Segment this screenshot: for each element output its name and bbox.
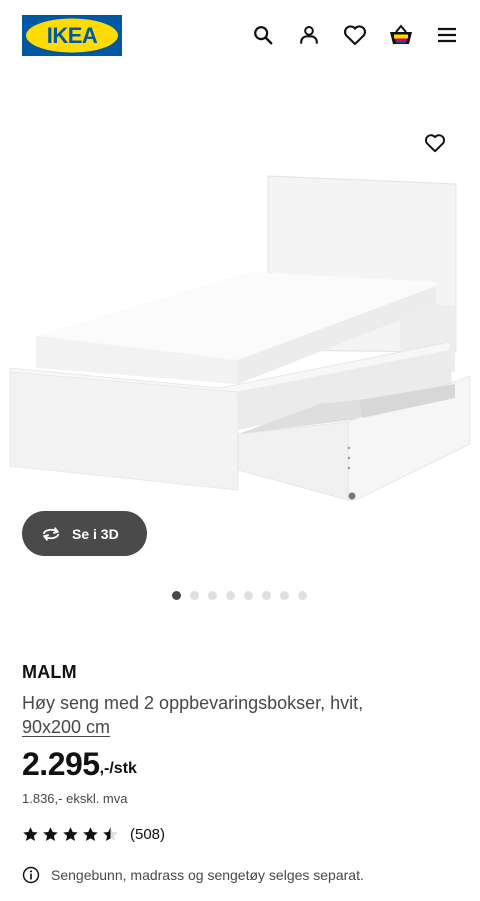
gallery-dot[interactable] xyxy=(226,591,235,600)
gallery-dot[interactable] xyxy=(280,591,289,600)
gallery-pagination xyxy=(172,591,307,600)
gallery-dot[interactable] xyxy=(244,591,253,600)
price-unit: ,-/stk xyxy=(99,760,137,777)
star-full-icon xyxy=(43,827,58,841)
star-half-icon xyxy=(103,827,118,841)
add-to-favourites-button[interactable] xyxy=(420,128,450,158)
product-notice: Sengebunn, madrass og sengetøy selges se… xyxy=(22,866,364,884)
product-image-bed xyxy=(9,175,471,501)
search-icon[interactable] xyxy=(248,20,278,50)
gallery-dot[interactable] xyxy=(208,591,217,600)
product-name: MALM xyxy=(22,662,77,682)
svg-text:IKEA: IKEA xyxy=(47,23,98,48)
product-rating[interactable]: (508) xyxy=(22,826,165,843)
gallery-dot[interactable] xyxy=(190,591,199,600)
site-header: IKEA xyxy=(0,0,480,72)
price-excluding-vat: 1.836,- ekskl. mva xyxy=(22,791,128,806)
view-in-3d-label: Se i 3D xyxy=(72,525,119,542)
user-icon[interactable] xyxy=(294,20,324,50)
notice-text: Sengebunn, madrass og sengetøy selges se… xyxy=(51,867,364,883)
heart-outline-icon xyxy=(425,134,445,153)
ikea-logo[interactable]: IKEA xyxy=(22,15,122,56)
rating-count: (508) xyxy=(130,826,166,843)
gallery-dot[interactable] xyxy=(172,591,181,600)
basket-icon[interactable] xyxy=(386,20,416,50)
price-amount: 2.295 xyxy=(22,746,100,782)
ikea-logo-mark: IKEA xyxy=(22,15,122,56)
info-icon xyxy=(22,866,40,884)
view-in-3d-button[interactable]: Se i 3D xyxy=(22,511,147,556)
gallery-dot[interactable] xyxy=(262,591,271,600)
product-price: 2.295 ,-/stk xyxy=(22,746,137,783)
heart-icon[interactable] xyxy=(340,20,370,50)
product-description: Høy seng med 2 oppbevaringsbokser, hvit, xyxy=(22,693,364,713)
star-full-icon xyxy=(23,827,38,841)
rotate-3d-icon xyxy=(42,526,60,541)
star-full-icon xyxy=(63,827,78,841)
star-full-icon xyxy=(83,827,98,841)
gallery-dot[interactable] xyxy=(298,591,307,600)
header-actions xyxy=(248,20,462,50)
menu-icon[interactable] xyxy=(432,20,462,50)
product-size-link[interactable]: 90x200 cm xyxy=(22,717,110,738)
